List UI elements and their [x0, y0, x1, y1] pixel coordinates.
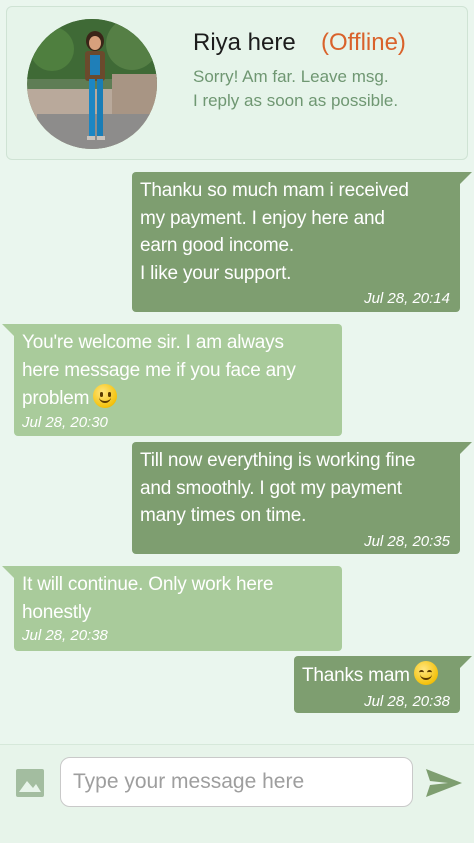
message-text: Thanks mam — [302, 661, 450, 690]
message-text-content: Thanks mam — [302, 665, 410, 686]
message-timestamp: Jul 28, 20:30 — [22, 413, 108, 431]
contact-away-message: Sorry! Am far. Leave msg. I reply as soo… — [193, 67, 399, 110]
contact-name: Riya here — [193, 29, 296, 56]
message-text: Thanku so much mam i received my payment… — [140, 180, 409, 284]
gallery-icon[interactable] — [15, 768, 45, 798]
contact-profile-card: Riya here (Offline) Sorry! Am far. Leave… — [6, 6, 468, 160]
message-text: You're welcome sir. I am always here mes… — [22, 329, 332, 413]
smiling-face-with-smiling-eyes-icon — [413, 661, 438, 685]
message-timestamp: Jul 28, 20:38 — [364, 692, 450, 710]
message-timestamp: Jul 28, 20:35 — [364, 532, 450, 550]
message-bubble-outgoing[interactable]: Till now everything is working fine and … — [132, 442, 472, 554]
message-bubble-outgoing[interactable]: Thanks mam Jul 28, 20:38 — [294, 656, 472, 713]
message-bubble-incoming[interactable]: You're welcome sir. I am always here mes… — [2, 324, 342, 436]
contact-status-badge: (Offline) — [321, 29, 406, 56]
message-input[interactable] — [60, 757, 413, 807]
message-composer — [0, 744, 474, 843]
message-text-content: You're welcome sir. I am always here mes… — [22, 332, 296, 409]
message-timestamp: Jul 28, 20:38 — [22, 627, 108, 644]
slightly-smiling-face-icon — [93, 384, 118, 408]
contact-avatar[interactable] — [27, 19, 157, 149]
message-text: It will continue. Only work here honestl… — [22, 574, 274, 623]
message-bubble-incoming[interactable]: It will continue. Only work here honestl… — [2, 566, 342, 651]
message-bubble-outgoing[interactable]: Thanku so much mam i received my payment… — [132, 172, 472, 312]
message-timestamp: Jul 28, 20:14 — [364, 290, 450, 307]
send-icon[interactable] — [424, 767, 464, 799]
message-text: Till now everything is working fine and … — [140, 450, 416, 526]
